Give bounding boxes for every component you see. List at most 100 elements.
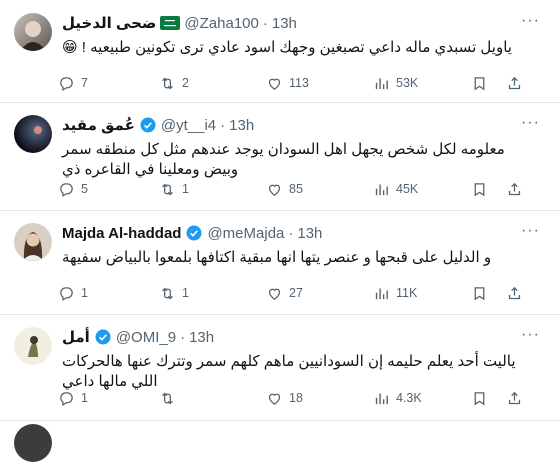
tweet[interactable]: ضحى الدخيل @Zaha100 · 13h ··· ياويل تسبد… xyxy=(0,0,560,103)
like-button[interactable]: 113 xyxy=(266,75,309,92)
views-button[interactable]: 53K xyxy=(373,75,418,92)
reply-button[interactable]: 1 xyxy=(58,390,88,407)
tweet[interactable]: أمل @OMI_9 · 13h ··· ياليت أحد يعلم حليم… xyxy=(0,314,560,421)
avatar[interactable] xyxy=(14,13,52,51)
avatar[interactable] xyxy=(14,223,52,261)
views-chart-icon xyxy=(375,184,388,195)
avatar-image xyxy=(22,232,44,261)
like-count: 85 xyxy=(289,182,303,196)
views-button[interactable]: 45K xyxy=(373,181,418,198)
reply-button[interactable]: 7 xyxy=(58,75,88,92)
like-count: 27 xyxy=(289,286,303,300)
share-button[interactable] xyxy=(506,181,529,198)
reply-count: 7 xyxy=(81,76,88,90)
separator-dot: · xyxy=(220,116,226,134)
views-chart-icon xyxy=(375,78,388,89)
share-button[interactable] xyxy=(506,390,529,407)
action-bar: 1 1 27 11K xyxy=(58,282,534,304)
display-name[interactable]: ضحى الدخيل xyxy=(62,14,156,32)
user-handle[interactable]: @OMI_9 xyxy=(116,329,176,346)
action-bar: 7 2 113 53K xyxy=(58,72,534,94)
reply-icon xyxy=(60,182,73,197)
views-chart-icon xyxy=(375,288,388,299)
repost-icon xyxy=(162,287,173,299)
repost-button[interactable] xyxy=(159,390,182,407)
reply-count: 1 xyxy=(81,286,88,300)
user-handle[interactable]: @Zaha100 xyxy=(184,15,258,32)
avatar[interactable] xyxy=(14,115,52,153)
timestamp[interactable]: 13h xyxy=(297,225,322,242)
action-bar: 1 18 4.3K xyxy=(58,387,534,409)
display-name[interactable]: Majda Al-haddad xyxy=(62,225,181,242)
heart-icon xyxy=(268,184,281,196)
reply-count: 1 xyxy=(81,391,88,405)
tweet[interactable]: Majda Al-haddad @meMajda · 13h ··· و الد… xyxy=(0,210,560,315)
repost-button[interactable]: 2 xyxy=(159,75,189,92)
repost-icon xyxy=(162,77,173,89)
share-button[interactable] xyxy=(506,75,529,92)
like-button[interactable]: 27 xyxy=(266,285,303,302)
timestamp[interactable]: 13h xyxy=(189,329,214,346)
share-button[interactable] xyxy=(506,285,529,302)
timestamp[interactable]: 13h xyxy=(229,117,254,134)
repost-button[interactable]: 1 xyxy=(159,181,189,198)
separator-dot: · xyxy=(288,224,294,242)
view-count: 4.3K xyxy=(396,391,422,405)
heart-icon xyxy=(268,288,281,300)
action-bar: 5 1 85 45K xyxy=(58,178,534,200)
share-icon xyxy=(508,391,521,404)
share-icon xyxy=(508,286,521,299)
like-button[interactable]: 85 xyxy=(266,181,303,198)
like-count: 18 xyxy=(289,391,303,405)
repost-icon xyxy=(162,392,173,404)
heart-icon xyxy=(268,78,281,90)
avatar[interactable] xyxy=(14,424,52,462)
tweet-text: ياليت أحد يعلم حليمه إن السودانيين ماهم … xyxy=(62,353,516,390)
bookmark-button[interactable] xyxy=(471,390,494,407)
saudi-flag-icon xyxy=(160,16,181,30)
verified-badge-icon xyxy=(139,116,157,134)
repost-count: 2 xyxy=(182,76,189,90)
more-options-icon[interactable]: ··· xyxy=(521,114,540,132)
more-options-icon[interactable]: ··· xyxy=(521,12,540,30)
bookmark-button[interactable] xyxy=(471,75,494,92)
timeline-feed: ضحى الدخيل @Zaha100 · 13h ··· ياويل تسبد… xyxy=(0,0,560,462)
reply-icon xyxy=(60,391,73,406)
repost-count: 1 xyxy=(182,182,189,196)
like-button[interactable]: 18 xyxy=(266,390,303,407)
bookmark-icon xyxy=(474,182,485,196)
display-name[interactable]: أمل xyxy=(62,328,90,346)
user-handle[interactable]: @meMajda xyxy=(207,225,284,242)
reply-count: 5 xyxy=(81,182,88,196)
reply-icon xyxy=(60,76,73,91)
bookmark-button[interactable] xyxy=(471,285,494,302)
repost-count: 1 xyxy=(182,286,189,300)
more-options-icon[interactable]: ··· xyxy=(521,222,540,240)
more-options-icon[interactable]: ··· xyxy=(521,326,540,344)
separator-dot: · xyxy=(262,14,268,32)
avatar-image xyxy=(28,336,38,357)
views-button[interactable]: 4.3K xyxy=(373,390,422,407)
tweet-text: معلومه لكل شخص يجهل اهل السودان يوجد عند… xyxy=(62,141,505,178)
view-count: 11K xyxy=(396,286,418,300)
bookmark-icon xyxy=(474,76,485,90)
repost-button[interactable]: 1 xyxy=(159,285,189,302)
view-count: 45K xyxy=(396,182,419,196)
reply-button[interactable]: 5 xyxy=(58,181,88,198)
view-count: 53K xyxy=(396,76,419,90)
tweet-header: أمل @OMI_9 · 13h xyxy=(62,326,520,348)
like-count: 113 xyxy=(289,76,309,90)
heart-icon xyxy=(268,393,281,405)
tweet[interactable]: عُمق مقيد @yt__i4 · 13h ··· معلومه لكل ش… xyxy=(0,102,560,211)
tweet-text: و الدليل على قبحها و عنصر يتها انها مبقي… xyxy=(62,249,492,266)
timestamp[interactable]: 13h xyxy=(272,15,297,32)
avatar-image xyxy=(34,126,42,134)
tweet-text: ياويل تسبدي ماله داعي تصبغين وجهك اسود ع… xyxy=(62,39,512,56)
reply-button[interactable]: 1 xyxy=(58,285,88,302)
avatar[interactable] xyxy=(14,327,52,365)
verified-badge-icon xyxy=(94,328,112,346)
user-handle[interactable]: @yt__i4 xyxy=(161,117,216,134)
views-button[interactable]: 11K xyxy=(373,285,417,302)
display-name[interactable]: عُمق مقيد xyxy=(62,116,135,134)
bookmark-button[interactable] xyxy=(471,181,494,198)
